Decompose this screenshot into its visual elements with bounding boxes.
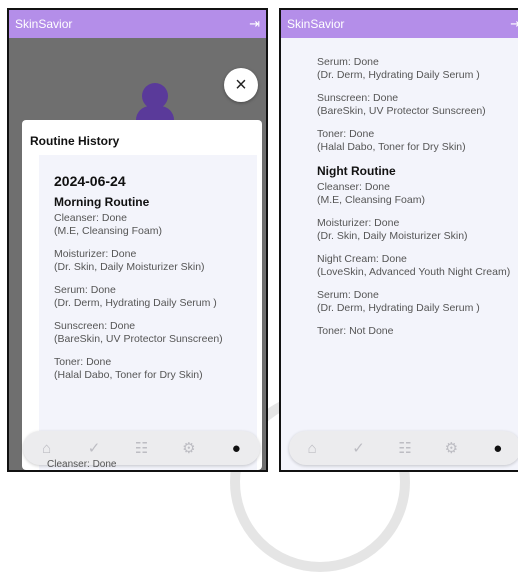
list-item: Serum: Done (Dr. Derm, Hydrating Daily S… xyxy=(317,56,518,81)
list-item: Sunscreen: Done (BareSkin, UV Protector … xyxy=(54,320,249,345)
list-item: Sunscreen: Done (BareSkin, UV Protector … xyxy=(317,92,518,117)
entry-status: Serum: Done xyxy=(317,289,379,301)
list-item: Moisturizer: Done (Dr. Skin, Daily Moist… xyxy=(317,217,518,242)
entry-product: (Halal Dabo, Toner for Dry Skin) xyxy=(317,140,466,153)
list-item: Toner: Done (Halal Dabo, Toner for Dry S… xyxy=(317,128,518,153)
robot-icon[interactable]: ⚙ xyxy=(179,439,199,457)
list-item: Moisturizer: Done (Dr. Skin, Daily Moist… xyxy=(54,248,249,273)
entry-product: (BareSkin, UV Protector Sunscreen) xyxy=(54,332,223,345)
entry-product: (M.E, Cleansing Foam) xyxy=(317,193,425,206)
bottom-nav: ⌂ ✓ ☷ ⚙ ● xyxy=(289,431,518,465)
check-circle-icon[interactable]: ✓ xyxy=(349,439,369,457)
entry-product: (Dr. Skin, Daily Moisturizer Skin) xyxy=(54,260,205,273)
home-icon[interactable]: ⌂ xyxy=(37,440,57,457)
entry-product: (Dr. Derm, Hydrating Daily Serum ) xyxy=(317,68,480,81)
profile-icon[interactable]: ● xyxy=(488,440,508,457)
list-item: Night Cream: Done (LoveSkin, Advanced Yo… xyxy=(317,253,518,278)
checklist-icon[interactable]: ☷ xyxy=(131,439,151,457)
check-circle-icon[interactable]: ✓ xyxy=(84,439,104,457)
entry-status: Cleanser: Done xyxy=(317,181,390,193)
history-date: 2024-06-24 xyxy=(54,173,126,189)
list-item: Serum: Done (Dr. Derm, Hydrating Daily S… xyxy=(317,289,518,314)
entry-status: Cleanser: Done xyxy=(54,212,127,224)
entry-product: (BareSkin, UV Protector Sunscreen) xyxy=(317,104,486,117)
close-button[interactable]: × xyxy=(224,68,258,102)
avatar-body xyxy=(136,106,174,120)
entry-status: Sunscreen: Done xyxy=(317,92,399,104)
list-item: Cleanser: Done (M.E, Cleansing Foam) xyxy=(317,181,518,206)
list-item: Toner: Done (Halal Dabo, Toner for Dry S… xyxy=(54,356,249,381)
entry-status: Sunscreen: Done xyxy=(54,320,136,332)
close-icon: × xyxy=(235,73,247,96)
list-item: Cleanser: Done (M.E, Cleansing Foam) xyxy=(54,212,249,237)
checklist-icon[interactable]: ☷ xyxy=(395,439,415,457)
routine-history-modal: Routine History 2024-06-24 Morning Routi… xyxy=(22,120,262,470)
entry-status: Toner: Done xyxy=(54,356,112,368)
app-title: SkinSavior xyxy=(15,17,73,31)
entry-status: Toner: Done xyxy=(317,128,375,140)
phone-screen-left: SkinSavior ⇥ × Routine History 2024-06-2… xyxy=(7,8,268,472)
logout-icon[interactable]: ⇥ xyxy=(510,16,518,32)
entry-product: (Dr. Derm, Hydrating Daily Serum ) xyxy=(54,296,217,309)
entry-product: (Halal Dabo, Toner for Dry Skin) xyxy=(54,368,203,381)
entry-status: Moisturizer: Done xyxy=(317,217,400,229)
morning-routine-title: Morning Routine xyxy=(54,195,150,209)
entry-status: Moisturizer: Done xyxy=(54,248,137,260)
list-item: Toner: Not Done xyxy=(317,325,518,338)
robot-icon[interactable]: ⚙ xyxy=(441,439,461,457)
entry-status: Serum: Done xyxy=(54,284,116,296)
entry-product: (Dr. Derm, Hydrating Daily Serum ) xyxy=(317,301,480,314)
app-bar: SkinSavior ⇥ xyxy=(9,10,266,38)
entry-product: (LoveSkin, Advanced Youth Night Cream) xyxy=(317,265,511,278)
history-scroll[interactable]: Serum: Done (Dr. Derm, Hydrating Daily S… xyxy=(281,38,518,470)
modal-title: Routine History xyxy=(30,134,120,148)
profile-icon[interactable]: ● xyxy=(226,440,246,457)
app-title: SkinSavior xyxy=(287,17,345,31)
entry-status: Serum: Done xyxy=(317,56,379,68)
app-bar: SkinSavior ⇥ xyxy=(281,10,518,38)
entry-status: Toner: Not Done xyxy=(317,325,394,337)
night-routine-title: Night Routine xyxy=(317,164,396,178)
phone-screen-right: SkinSavior ⇥ Serum: Done (Dr. Derm, Hydr… xyxy=(279,8,518,472)
home-icon[interactable]: ⌂ xyxy=(302,440,322,457)
peek-text: Cleanser: Done xyxy=(47,459,117,470)
entry-product: (Dr. Skin, Daily Moisturizer Skin) xyxy=(317,229,468,242)
logout-icon[interactable]: ⇥ xyxy=(249,16,260,32)
list-item: Serum: Done (Dr. Derm, Hydrating Daily S… xyxy=(54,284,249,309)
entry-status: Night Cream: Done xyxy=(317,253,407,265)
history-card: 2024-06-24 Morning Routine Cleanser: Don… xyxy=(39,155,257,470)
entry-product: (M.E, Cleansing Foam) xyxy=(54,224,162,237)
